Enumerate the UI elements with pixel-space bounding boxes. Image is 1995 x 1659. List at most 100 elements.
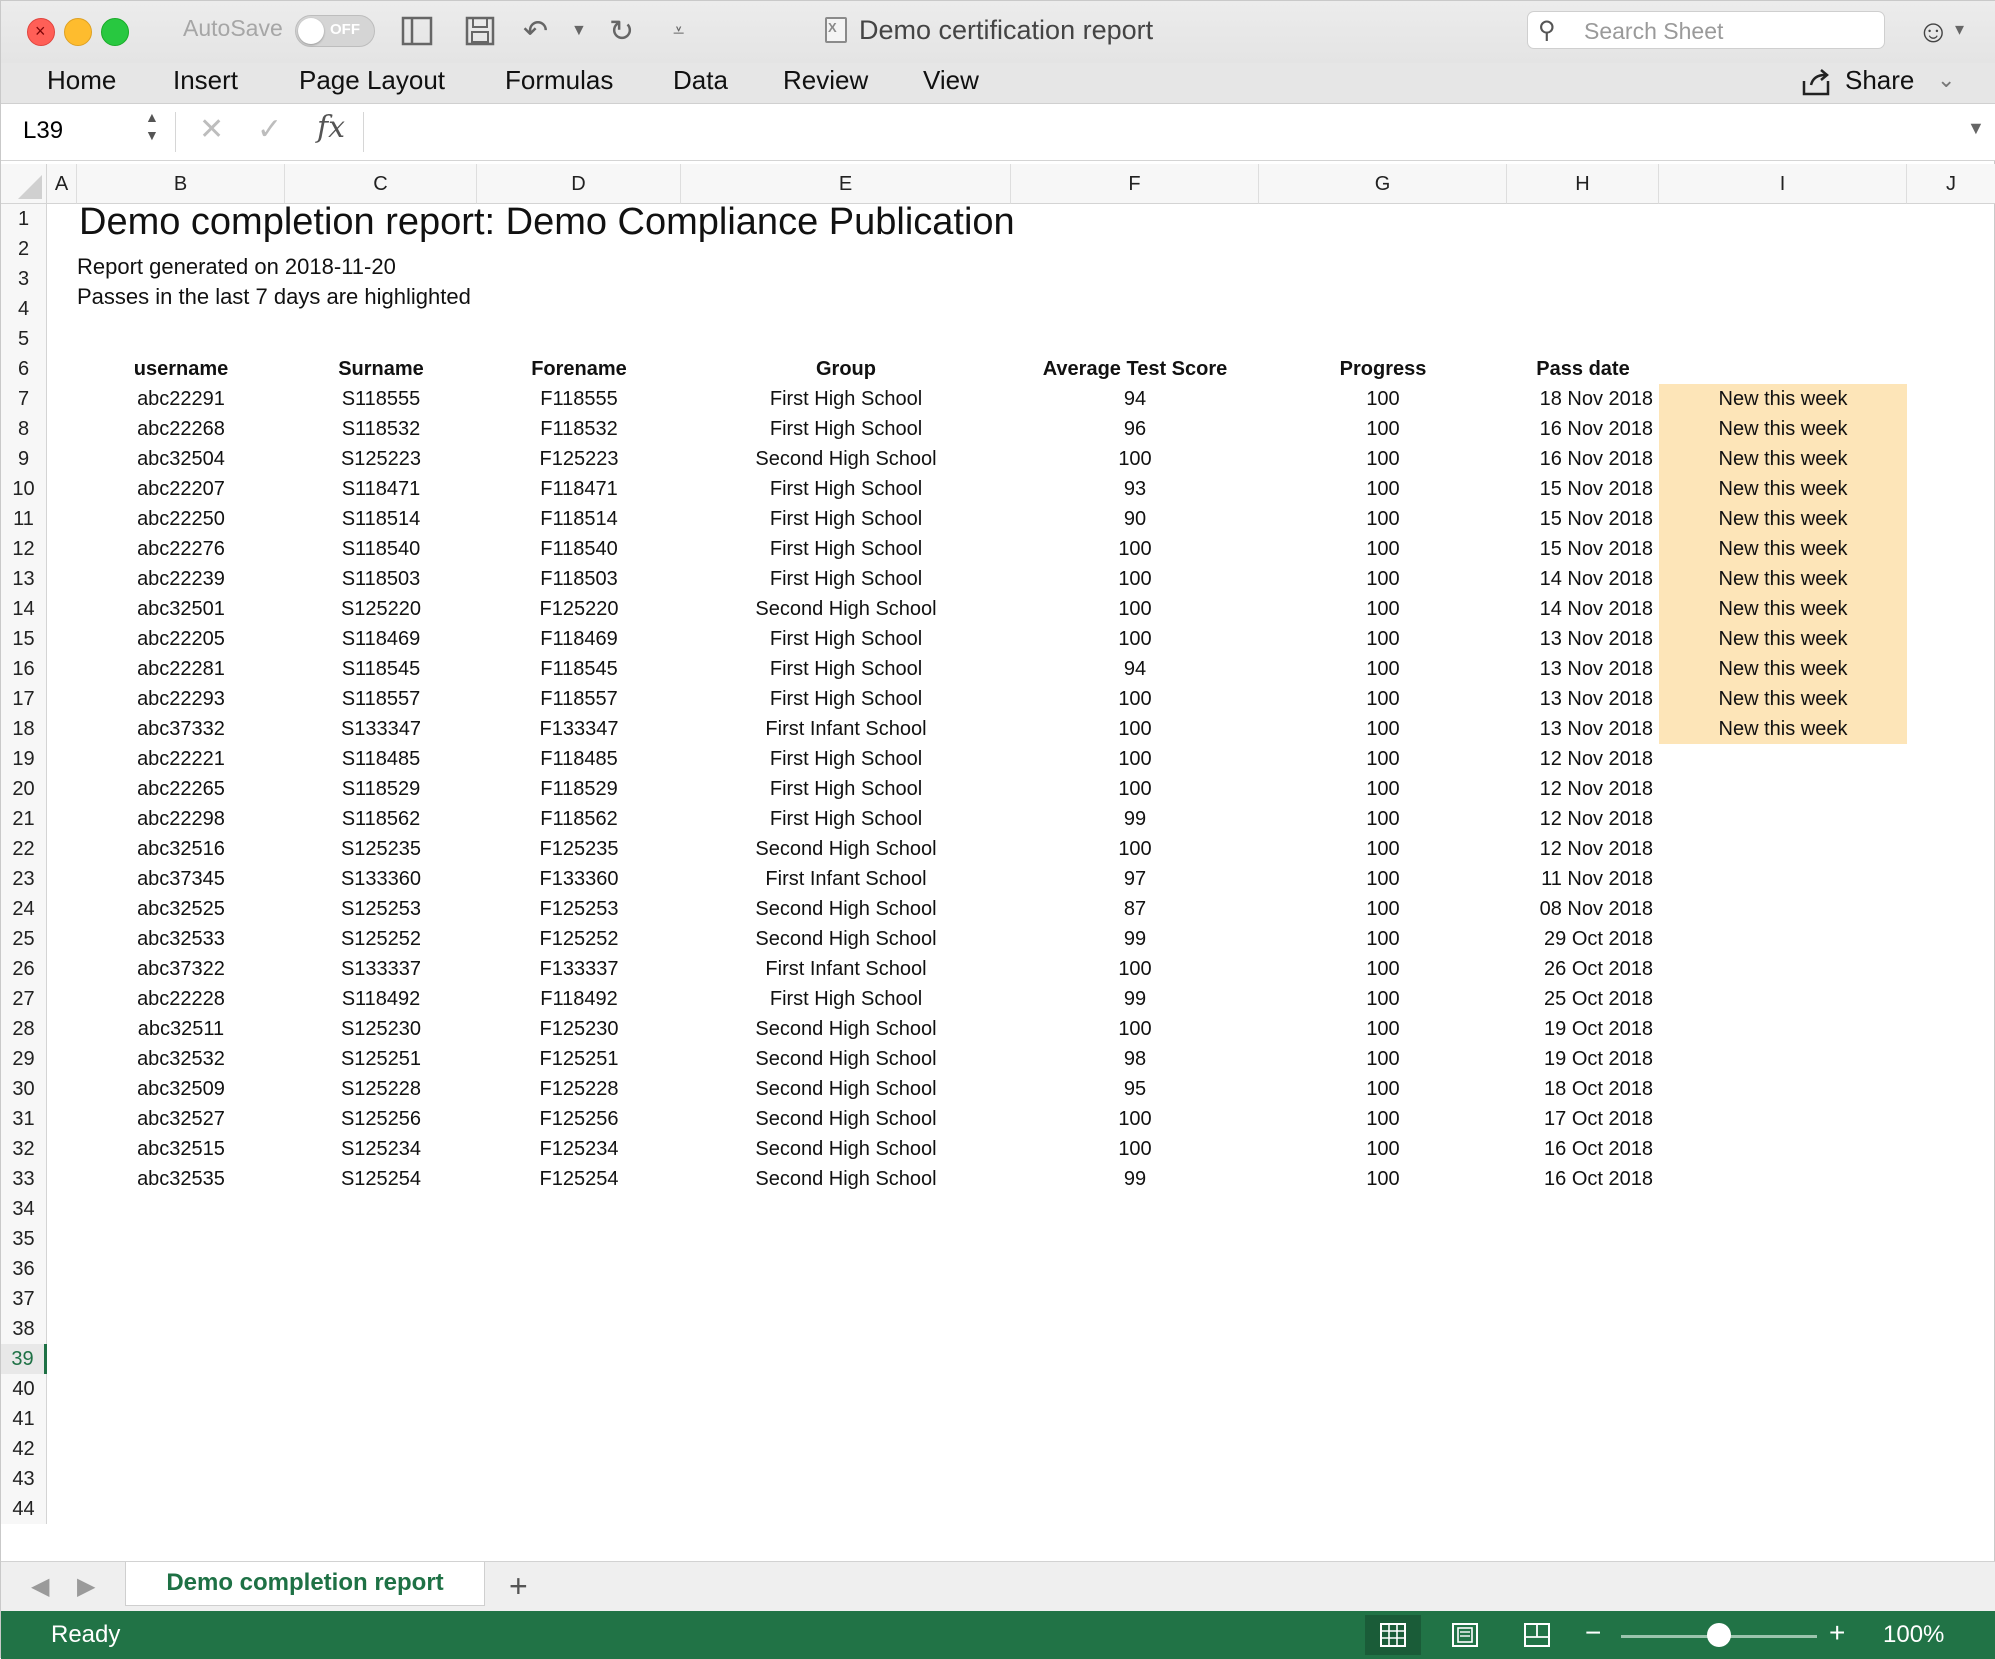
cell-average-score[interactable]: 100 [1011,954,1259,984]
row-header[interactable]: 7 [1,384,47,414]
row-header[interactable]: 15 [1,624,47,654]
cell-progress[interactable]: 100 [1259,1014,1507,1044]
page-break-view-icon[interactable] [1509,1615,1565,1655]
cell-forename[interactable]: F125253 [477,894,681,924]
cell-new-flag[interactable]: New this week [1659,594,1907,624]
cell-surname[interactable]: S133360 [285,864,477,894]
cell-username[interactable]: abc32516 [77,834,285,864]
column-header-i[interactable]: I [1659,164,1907,204]
row-header[interactable]: 39 [1,1344,47,1374]
column-header-g[interactable]: G [1259,164,1507,204]
report-note-text[interactable]: Passes in the last 7 days are highlighte… [77,284,471,310]
cell-average-score[interactable]: 93 [1011,474,1259,504]
enter-check-icon[interactable]: ✓ [257,112,282,147]
row-header[interactable]: 37 [1,1284,47,1314]
report-generated-text[interactable]: Report generated on 2018-11-20 [77,254,396,280]
share-button[interactable]: Share [1845,65,1914,96]
column-title[interactable]: username [77,354,285,384]
cell-new-flag[interactable] [1659,804,1907,834]
cell-username[interactable]: abc37322 [77,954,285,984]
chevron-down-icon[interactable]: ▾ [1955,19,1964,40]
tab-data[interactable]: Data [673,65,728,96]
cell-surname[interactable]: S125256 [285,1104,477,1134]
cell-group[interactable]: Second High School [681,924,1011,954]
cell-new-flag[interactable]: New this week [1659,474,1907,504]
cell-username[interactable]: abc32533 [77,924,285,954]
row-header[interactable]: 22 [1,834,47,864]
row-header[interactable]: 38 [1,1314,47,1344]
cell-progress[interactable]: 100 [1259,474,1507,504]
cell-progress[interactable]: 100 [1259,684,1507,714]
cell-surname[interactable]: S118492 [285,984,477,1014]
row-header[interactable]: 19 [1,744,47,774]
cell-forename[interactable]: F118492 [477,984,681,1014]
cell-pass-date[interactable]: 19 Oct 2018 [1507,1014,1659,1044]
cell-surname[interactable]: S118540 [285,534,477,564]
feedback-smiley-icon[interactable]: ☺ [1917,13,1950,50]
cell-surname[interactable]: S133337 [285,954,477,984]
cell-pass-date[interactable]: 12 Nov 2018 [1507,744,1659,774]
insert-function-icon[interactable]: fx [317,110,345,145]
report-title[interactable]: Demo completion report: Demo Compliance … [79,201,1015,244]
sheet-tab-demo-completion-report[interactable]: Demo completion report [125,1562,485,1606]
cell-forename[interactable]: F125228 [477,1074,681,1104]
cell-forename[interactable]: F125220 [477,594,681,624]
cell-surname[interactable]: S133347 [285,714,477,744]
cell-average-score[interactable]: 99 [1011,1164,1259,1194]
cell-username[interactable]: abc22276 [77,534,285,564]
column-header-j[interactable]: J [1907,164,1995,204]
cell-progress[interactable]: 100 [1259,774,1507,804]
cell-pass-date[interactable]: 14 Nov 2018 [1507,594,1659,624]
undo-dropdown-icon[interactable]: ▼ [571,13,587,49]
column-header-c[interactable]: C [285,164,477,204]
row-header[interactable]: 40 [1,1374,47,1404]
cell-forename[interactable]: F118562 [477,804,681,834]
cell-average-score[interactable]: 96 [1011,414,1259,444]
tab-home[interactable]: Home [47,65,116,96]
tab-page-layout[interactable]: Page Layout [299,65,445,96]
cell-username[interactable]: abc22268 [77,414,285,444]
column-title[interactable]: Average Test Score [1011,354,1259,384]
page-layout-view-icon[interactable] [1437,1615,1493,1655]
cell-pass-date[interactable]: 11 Nov 2018 [1507,864,1659,894]
cell-surname[interactable]: S125230 [285,1014,477,1044]
cell-pass-date[interactable]: 26 Oct 2018 [1507,954,1659,984]
cell-progress[interactable]: 100 [1259,804,1507,834]
cell-forename[interactable]: F125235 [477,834,681,864]
row-header[interactable]: 24 [1,894,47,924]
formula-expand-icon[interactable]: ▼ [1967,118,1985,139]
cell-username[interactable]: abc37345 [77,864,285,894]
cell-new-flag[interactable] [1659,984,1907,1014]
cell-group[interactable]: Second High School [681,1104,1011,1134]
row-header[interactable]: 43 [1,1464,47,1494]
cell-group[interactable]: Second High School [681,834,1011,864]
row-header[interactable]: 4 [1,294,47,324]
cell-group[interactable]: First High School [681,384,1011,414]
cell-group[interactable]: First High School [681,414,1011,444]
zoom-out-button[interactable]: − [1585,1617,1601,1649]
zoom-window-button[interactable] [101,18,129,46]
cell-username[interactable]: abc32532 [77,1044,285,1074]
cell-new-flag[interactable] [1659,1164,1907,1194]
cell-group[interactable]: Second High School [681,894,1011,924]
cell-username[interactable]: abc32525 [77,894,285,924]
cell-surname[interactable]: S118485 [285,744,477,774]
cell-new-flag[interactable] [1659,834,1907,864]
cell-pass-date[interactable]: 15 Nov 2018 [1507,504,1659,534]
cell-surname[interactable]: S118562 [285,804,477,834]
cell-surname[interactable]: S118469 [285,624,477,654]
cell-pass-date[interactable]: 13 Nov 2018 [1507,654,1659,684]
cell-surname[interactable]: S118503 [285,564,477,594]
column-title[interactable]: Progress [1259,354,1507,384]
cell-new-flag[interactable]: New this week [1659,414,1907,444]
cell-progress[interactable]: 100 [1259,834,1507,864]
formula-input[interactable] [367,112,1952,152]
cell-new-flag[interactable]: New this week [1659,564,1907,594]
row-header[interactable]: 21 [1,804,47,834]
cell-average-score[interactable]: 95 [1011,1074,1259,1104]
cell-group[interactable]: First High School [681,744,1011,774]
row-header[interactable]: 9 [1,444,47,474]
cell-average-score[interactable]: 97 [1011,864,1259,894]
zoom-slider-handle[interactable] [1707,1623,1731,1647]
cell-forename[interactable]: F133360 [477,864,681,894]
